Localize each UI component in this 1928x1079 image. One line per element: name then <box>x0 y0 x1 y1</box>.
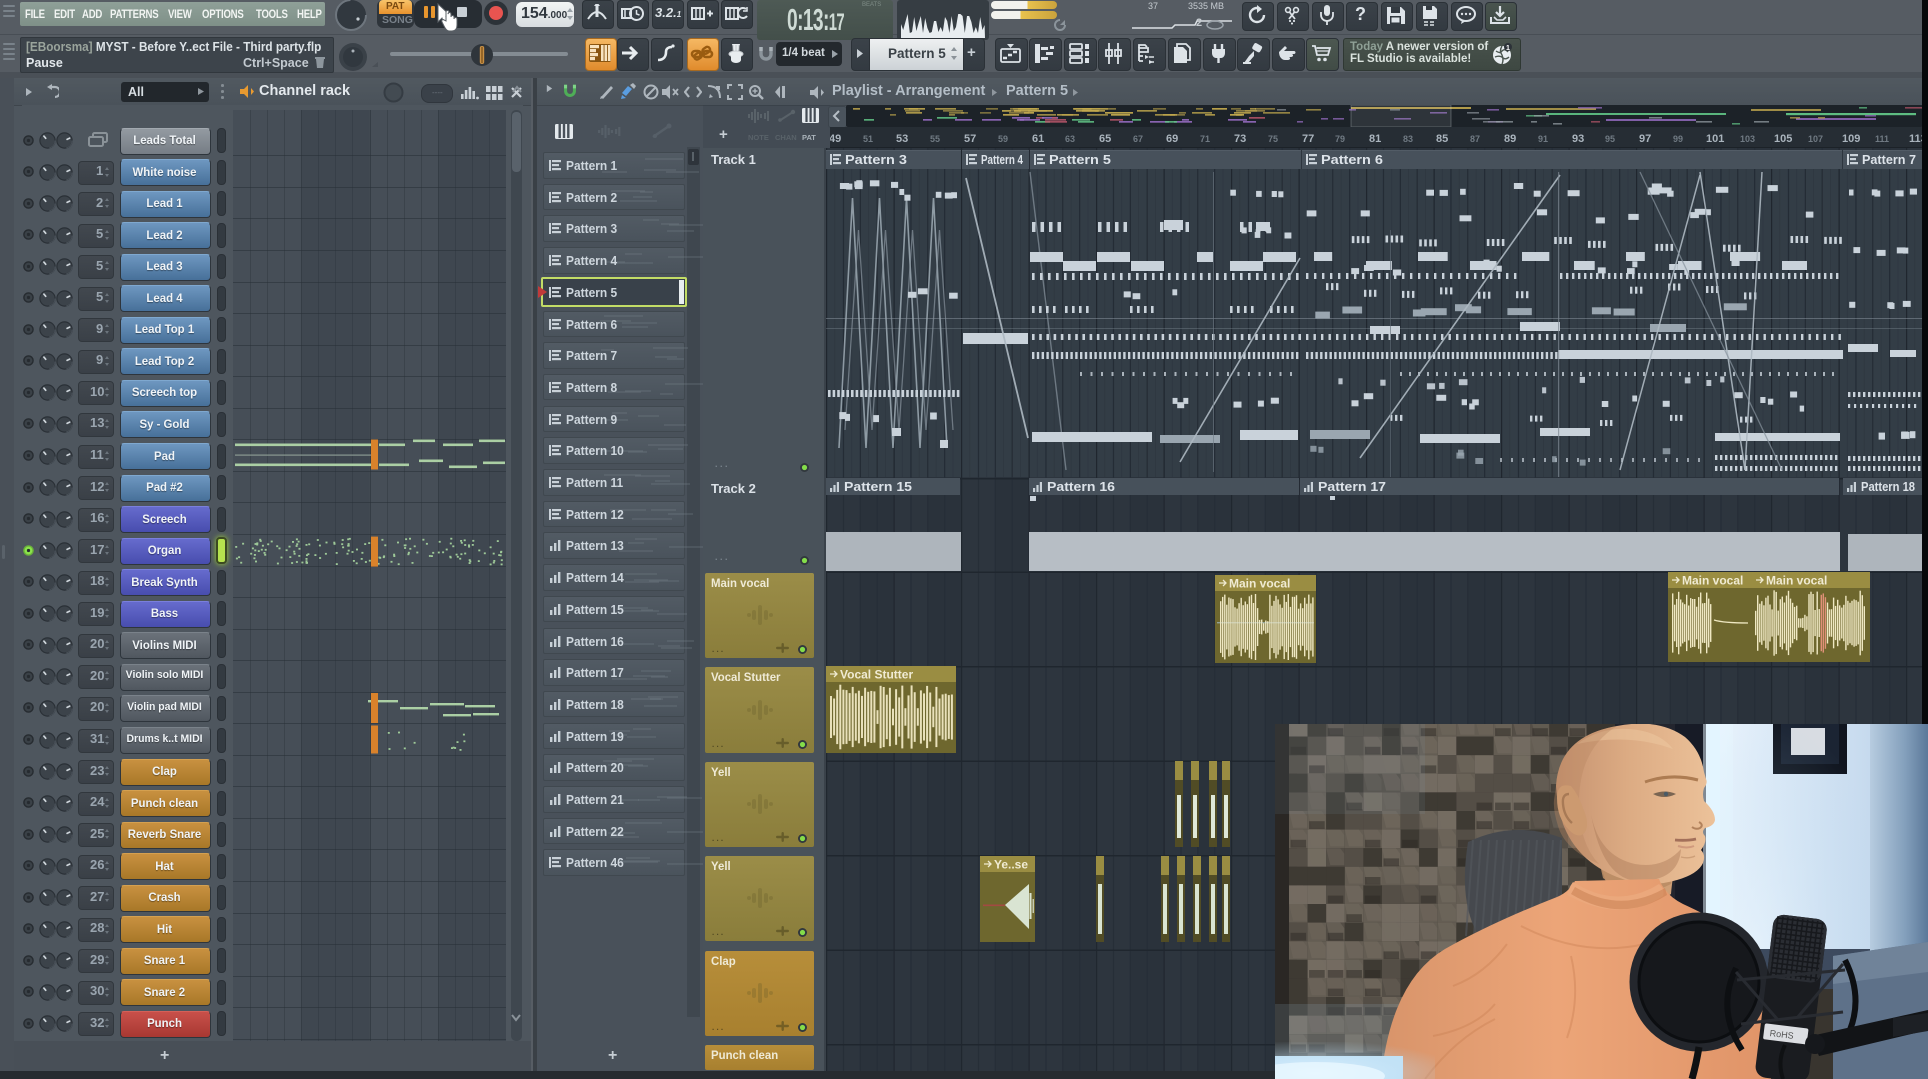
svg-text:61: 61 <box>1032 133 1044 145</box>
svg-text:87: 87 <box>1470 134 1480 144</box>
svg-text:49: 49 <box>830 133 841 145</box>
svg-text:59: 59 <box>998 134 1008 144</box>
svg-text:101: 101 <box>1706 133 1724 145</box>
svg-text:Main vocal: Main vocal <box>1682 574 1743 588</box>
svg-text:1: 1 <box>1506 45 1510 52</box>
svg-text:83: 83 <box>1403 134 1413 144</box>
svg-text:67: 67 <box>1133 134 1143 144</box>
svg-text:Vocal Stutter: Vocal Stutter <box>840 668 913 682</box>
svg-text:Main vocal: Main vocal <box>1766 574 1827 588</box>
svg-text:71: 71 <box>1200 134 1210 144</box>
svg-text:77: 77 <box>1302 133 1314 145</box>
svg-text:53: 53 <box>896 133 908 145</box>
svg-text:Pattern 6: Pattern 6 <box>1321 152 1383 167</box>
svg-text:51: 51 <box>863 134 873 144</box>
svg-text:107: 107 <box>1808 134 1823 144</box>
svg-text:55: 55 <box>930 134 940 144</box>
svg-text:Pattern 4: Pattern 4 <box>981 152 1024 167</box>
svg-text:97: 97 <box>1639 133 1651 145</box>
svg-text:103: 103 <box>1740 134 1755 144</box>
svg-text:99: 99 <box>1673 134 1683 144</box>
svg-text:91: 91 <box>1538 134 1548 144</box>
svg-text:Pattern 15: Pattern 15 <box>844 479 912 494</box>
svg-text:95: 95 <box>1605 134 1615 144</box>
svg-text:105: 105 <box>1774 133 1792 145</box>
svg-text:85: 85 <box>1436 133 1448 145</box>
svg-text:Main vocal: Main vocal <box>1229 577 1290 591</box>
svg-text:111: 111 <box>1875 134 1889 144</box>
svg-text:Pattern 17: Pattern 17 <box>1318 479 1386 494</box>
svg-text:63: 63 <box>1065 134 1075 144</box>
svg-text:Pattern 16: Pattern 16 <box>1047 479 1115 494</box>
svg-text:81: 81 <box>1369 133 1381 145</box>
svg-text:75: 75 <box>1268 134 1278 144</box>
svg-text:Pattern 18: Pattern 18 <box>1861 479 1915 494</box>
svg-text:Pattern 3: Pattern 3 <box>845 152 907 167</box>
svg-text:Pattern 7: Pattern 7 <box>1862 152 1916 167</box>
svg-text:69: 69 <box>1166 133 1178 145</box>
svg-text:79: 79 <box>1335 134 1345 144</box>
svg-text:89: 89 <box>1504 133 1516 145</box>
svg-text:113: 113 <box>1909 133 1923 145</box>
svg-text:57: 57 <box>964 133 976 145</box>
svg-text:93: 93 <box>1572 133 1584 145</box>
svg-text:Ye..se: Ye..se <box>994 858 1028 872</box>
svg-text:109: 109 <box>1842 133 1860 145</box>
svg-text:73: 73 <box>1234 133 1246 145</box>
svg-text:Pattern 5: Pattern 5 <box>1049 152 1111 167</box>
svg-text:65: 65 <box>1099 133 1111 145</box>
